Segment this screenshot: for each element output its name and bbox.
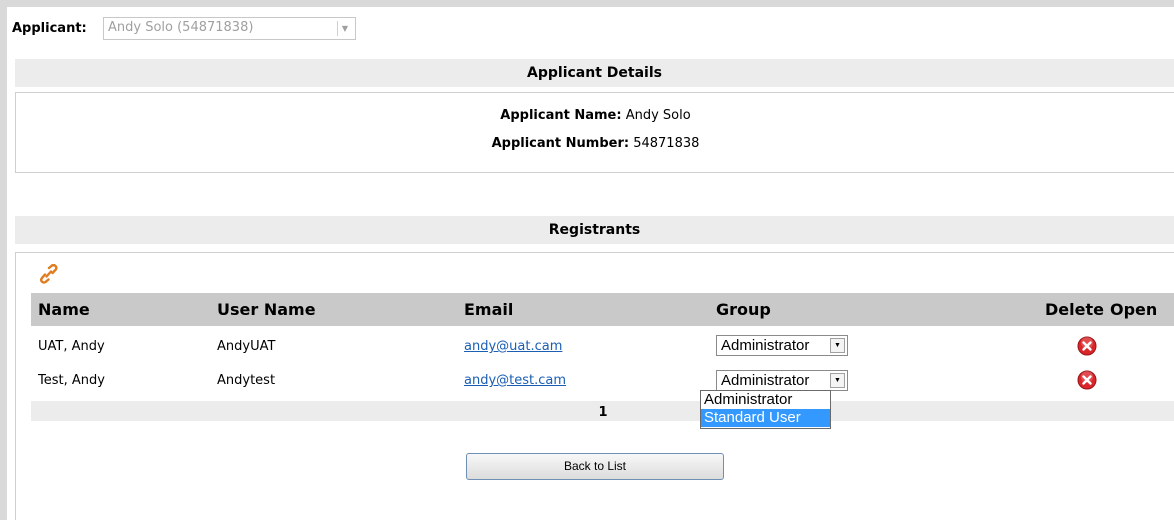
registrants-box: Name User Name Email Group Delete Open U… — [15, 252, 1174, 520]
chevron-down-icon: ▼ — [337, 21, 352, 36]
registrant-user-name: AndyUAT — [217, 339, 276, 354]
applicant-label: Applicant: — [12, 21, 87, 36]
applicant-name-value: Andy Solo — [625, 108, 691, 123]
registrants-table-header: Name User Name Email Group Delete Open — [31, 293, 1174, 326]
chevron-down-icon: ▼ — [830, 373, 845, 388]
left-border — [0, 0, 7, 520]
group-dropdown-list[interactable]: Administrator Standard User — [700, 390, 831, 429]
pager-page-number[interactable]: 1 — [598, 405, 607, 420]
column-header-group[interactable]: Group — [716, 300, 771, 319]
pager: 1 — [31, 401, 1174, 421]
page: Applicant: Andy Solo (54871838) ▼ Applic… — [0, 0, 1174, 520]
registrant-email: andy@test.cam — [464, 373, 566, 388]
group-select-value: Administrator — [721, 372, 810, 389]
registrant-email: andy@uat.cam — [464, 339, 562, 354]
chevron-down-icon: ▼ — [830, 338, 845, 353]
link-icon[interactable] — [40, 263, 58, 288]
registrant-email-link[interactable]: andy@uat.cam — [464, 339, 562, 354]
delete-icon[interactable] — [1077, 336, 1097, 360]
applicant-details-box: Applicant Name: Andy Solo Applicant Numb… — [15, 92, 1174, 173]
column-header-user-name[interactable]: User Name — [217, 300, 316, 319]
column-header-name[interactable]: Name — [38, 300, 90, 319]
applicant-number-label: Applicant Number: — [491, 136, 630, 151]
registrant-user-name: Andytest — [217, 373, 276, 388]
applicant-name-label: Applicant Name: — [500, 108, 622, 123]
registrant-name: Test, Andy — [38, 373, 105, 388]
applicant-select[interactable]: Andy Solo (54871838) ▼ — [103, 17, 356, 40]
column-header-delete: Delete — [1045, 300, 1104, 319]
group-select[interactable]: Administrator ▼ — [716, 370, 848, 391]
applicant-select-value: Andy Solo (54871838) — [108, 20, 254, 35]
back-to-list-button[interactable]: Back to List — [466, 453, 724, 480]
table-row: Test, Andy Andytest andy@test.cam Admini… — [31, 364, 1174, 398]
group-option-standard-user[interactable]: Standard User — [701, 409, 830, 427]
column-header-email[interactable]: Email — [464, 300, 513, 319]
applicant-number-line: Applicant Number: 54871838 — [16, 136, 1174, 151]
registrant-email-link[interactable]: andy@test.cam — [464, 373, 566, 388]
delete-icon[interactable] — [1077, 370, 1097, 394]
column-header-open: Open — [1110, 300, 1158, 319]
registrant-name: UAT, Andy — [38, 339, 105, 354]
registrants-header: Registrants — [15, 216, 1174, 244]
applicant-details-header: Applicant Details — [15, 59, 1174, 87]
top-border — [0, 0, 1174, 7]
applicant-number-value: 54871838 — [633, 136, 700, 151]
group-select-value: Administrator — [721, 337, 810, 354]
applicant-name-line: Applicant Name: Andy Solo — [16, 108, 1174, 123]
group-select[interactable]: Administrator ▼ — [716, 335, 848, 356]
table-row: UAT, Andy AndyUAT andy@uat.cam Administr… — [31, 330, 1174, 364]
group-option-administrator[interactable]: Administrator — [701, 391, 830, 409]
